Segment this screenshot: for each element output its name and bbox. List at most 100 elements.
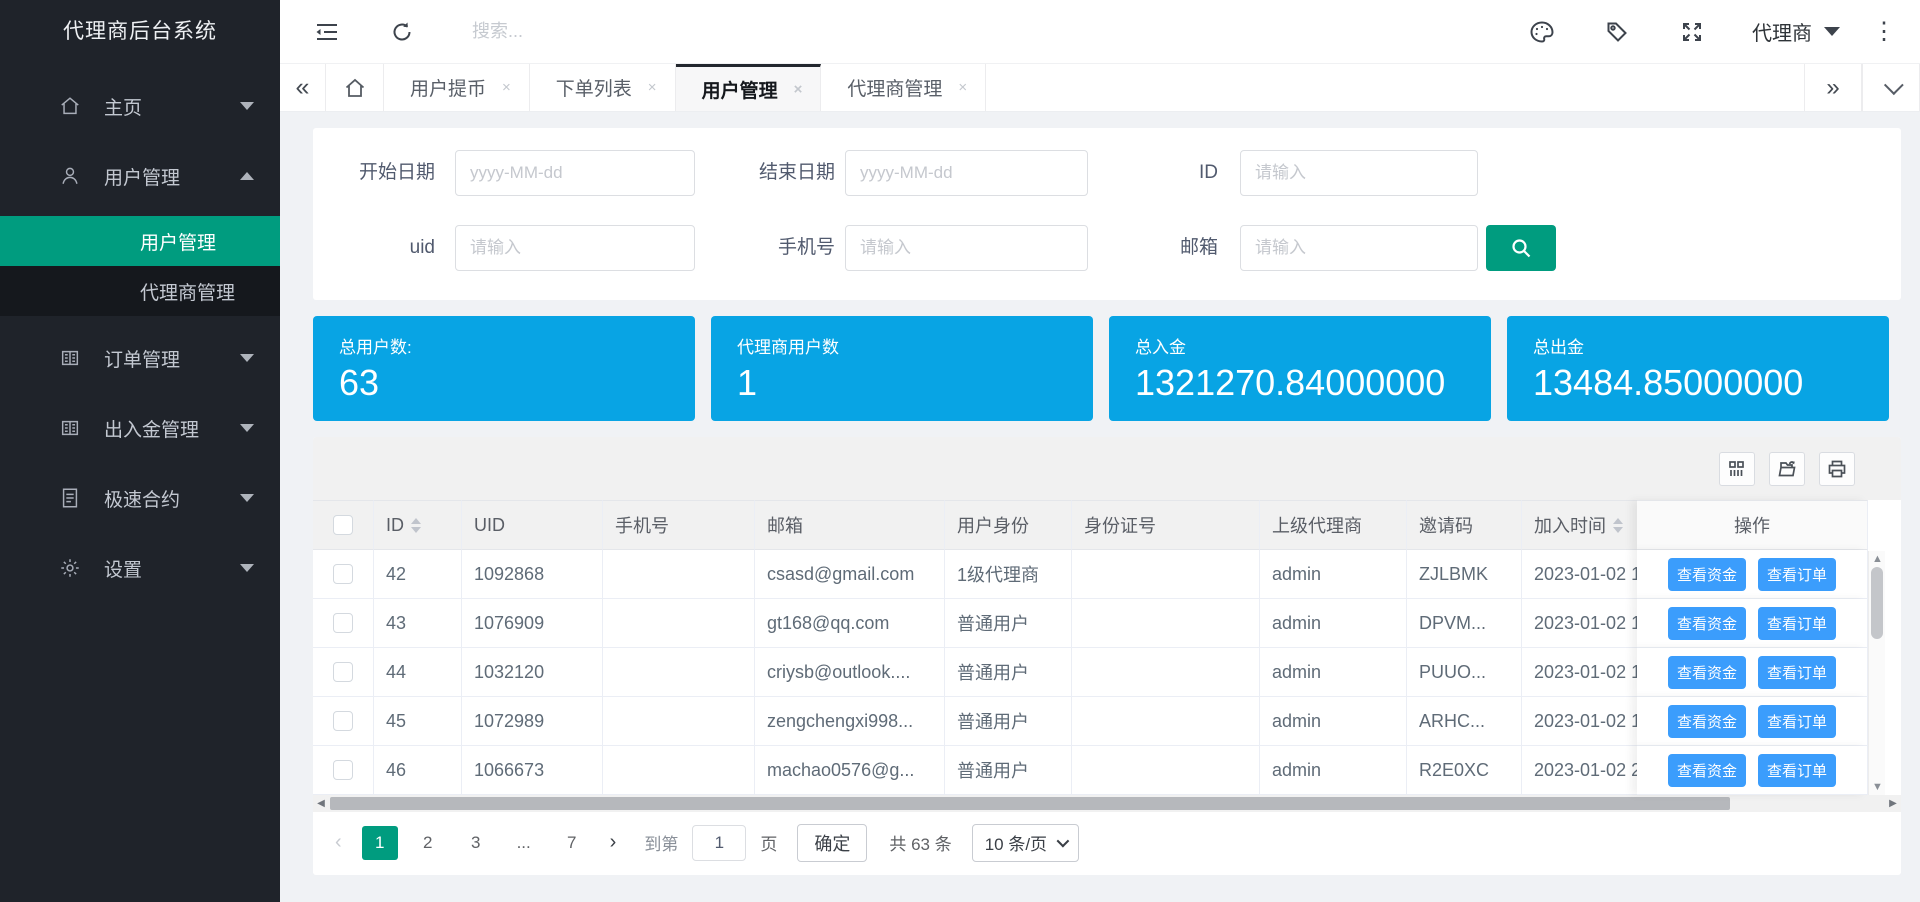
tab-user-management[interactable]: 用户管理 × bbox=[676, 64, 822, 111]
tab-user-withdraw[interactable]: 用户提币 × bbox=[384, 64, 530, 111]
row-checkbox[interactable] bbox=[333, 564, 353, 584]
view-orders-button[interactable]: 查看订单 bbox=[1758, 754, 1836, 787]
scroll-right-icon[interactable]: ▶ bbox=[1885, 795, 1901, 812]
header-cell-join-time[interactable]: 加入时间 bbox=[1522, 500, 1637, 550]
kebab-menu-icon[interactable]: ⋮ bbox=[1872, 20, 1896, 44]
chevron-down-icon bbox=[240, 102, 254, 110]
fullscreen-icon[interactable] bbox=[1677, 17, 1707, 47]
stat-label: 总入金 bbox=[1135, 333, 1465, 358]
tab-label: 下单列表 bbox=[556, 74, 632, 101]
next-page-icon[interactable]: › bbox=[610, 831, 617, 854]
email-input[interactable] bbox=[1240, 225, 1478, 271]
tabs-scroll-left-icon[interactable]: « bbox=[280, 64, 326, 111]
confirm-button[interactable]: 确定 bbox=[797, 824, 867, 862]
prev-page-icon[interactable]: ‹ bbox=[335, 831, 342, 854]
goto-page-label: 到第 bbox=[644, 830, 678, 855]
tab-agent-management[interactable]: 代理商管理 × bbox=[821, 64, 986, 111]
close-icon[interactable]: × bbox=[794, 81, 803, 98]
close-icon[interactable]: × bbox=[958, 79, 967, 96]
home-icon bbox=[58, 94, 82, 118]
scrollbar-thumb[interactable] bbox=[330, 797, 1730, 810]
sidebar-item-label: 出入金管理 bbox=[104, 415, 199, 442]
view-funds-button[interactable]: 查看资金 bbox=[1668, 558, 1746, 591]
sidebar-subitem-user-management[interactable]: 用户管理 bbox=[0, 216, 280, 266]
tab-label: 用户管理 bbox=[702, 76, 778, 103]
table-toolbar bbox=[313, 437, 1901, 500]
sort-icon[interactable] bbox=[1613, 518, 1623, 533]
view-funds-button[interactable]: 查看资金 bbox=[1668, 607, 1746, 640]
stat-card-total-deposit: 总入金 1321270.84000000 bbox=[1109, 316, 1491, 421]
sidebar-item-order-management[interactable]: 订单管理 bbox=[0, 330, 280, 386]
stat-card-total-withdraw: 总出金 13484.85000000 bbox=[1507, 316, 1889, 421]
stat-label: 总出金 bbox=[1533, 333, 1863, 358]
stat-value: 13484.85000000 bbox=[1533, 362, 1863, 404]
page-button-1[interactable]: 1 bbox=[362, 826, 398, 860]
search-button[interactable] bbox=[1486, 225, 1556, 271]
sort-icon[interactable] bbox=[411, 518, 421, 533]
horizontal-scrollbar[interactable]: ◀ ▶ bbox=[313, 795, 1901, 812]
table-body: 42 1092868 csasd@gmail.com 1级代理商 admin Z… bbox=[313, 550, 1901, 795]
tag-icon[interactable] bbox=[1602, 17, 1632, 47]
header-cell-actions: 操作 bbox=[1637, 500, 1868, 550]
refresh-icon[interactable] bbox=[387, 17, 417, 47]
columns-icon[interactable] bbox=[1719, 452, 1755, 486]
row-checkbox[interactable] bbox=[333, 711, 353, 731]
view-funds-button[interactable]: 查看资金 bbox=[1668, 705, 1746, 738]
id-input[interactable] bbox=[1240, 150, 1478, 196]
contract-icon bbox=[58, 486, 82, 510]
view-orders-button[interactable]: 查看订单 bbox=[1758, 705, 1836, 738]
page-button-3[interactable]: 3 bbox=[458, 826, 494, 860]
sidebar-item-settings[interactable]: 设置 bbox=[0, 540, 280, 596]
page-ellipsis: ... bbox=[506, 826, 542, 860]
page-button-7[interactable]: 7 bbox=[554, 826, 590, 860]
tab-home-icon[interactable] bbox=[326, 64, 384, 111]
view-funds-button[interactable]: 查看资金 bbox=[1668, 754, 1746, 787]
scroll-left-icon[interactable]: ◀ bbox=[313, 795, 329, 812]
table-panel: ID UID 手机号 邮箱 用户身份 身份证号 上级代理商 邀请码 加入时间 操… bbox=[313, 437, 1901, 875]
stat-card-agent-users: 代理商用户数 1 bbox=[711, 316, 1093, 421]
view-orders-button[interactable]: 查看订单 bbox=[1758, 558, 1836, 591]
column-label: ID bbox=[386, 515, 404, 536]
sidebar-item-user-management[interactable]: 用户管理 bbox=[0, 148, 280, 204]
sidebar-item-fast-contract[interactable]: 极速合约 bbox=[0, 470, 280, 526]
vertical-scrollbar[interactable]: ▲ ▼ bbox=[1868, 551, 1885, 795]
submenu-item-label: 用户管理 bbox=[140, 228, 216, 255]
goto-page-input[interactable] bbox=[692, 825, 746, 861]
view-funds-button[interactable]: 查看资金 bbox=[1668, 656, 1746, 689]
export-icon[interactable] bbox=[1769, 452, 1805, 486]
row-checkbox[interactable] bbox=[333, 662, 353, 682]
scrollbar-thumb[interactable] bbox=[1871, 567, 1883, 639]
tab-label: 代理商管理 bbox=[847, 74, 942, 101]
palette-icon[interactable] bbox=[1527, 17, 1557, 47]
chevron-up-icon bbox=[240, 172, 254, 180]
user-menu[interactable]: 代理商 bbox=[1752, 17, 1840, 46]
page-size-select[interactable]: 10 条/页 bbox=[972, 824, 1079, 862]
table-row: 43 1076909 gt168@qq.com 普通用户 admin DPVM.… bbox=[313, 599, 1868, 648]
sidebar: 代理商后台系统 主页 用户管理 用户管理 bbox=[0, 0, 280, 902]
view-orders-button[interactable]: 查看订单 bbox=[1758, 607, 1836, 640]
header-cell-id[interactable]: ID bbox=[374, 500, 462, 550]
page-button-2[interactable]: 2 bbox=[410, 826, 446, 860]
row-checkbox[interactable] bbox=[333, 613, 353, 633]
close-icon[interactable]: × bbox=[502, 79, 511, 96]
view-orders-button[interactable]: 查看订单 bbox=[1758, 656, 1836, 689]
tabs-scroll-right-icon[interactable]: » bbox=[1804, 64, 1862, 111]
print-icon[interactable] bbox=[1819, 452, 1855, 486]
gear-icon bbox=[58, 556, 82, 580]
select-all-checkbox[interactable] bbox=[333, 515, 353, 535]
table-row: 45 1072989 zengchengxi998... 普通用户 admin … bbox=[313, 697, 1868, 746]
close-icon[interactable]: × bbox=[648, 79, 657, 96]
scroll-down-icon[interactable]: ▼ bbox=[1869, 781, 1886, 793]
tab-order-list[interactable]: 下单列表 × bbox=[530, 64, 676, 111]
row-checkbox[interactable] bbox=[333, 760, 353, 780]
sidebar-item-home[interactable]: 主页 bbox=[0, 78, 280, 134]
collapse-menu-icon[interactable] bbox=[312, 17, 342, 47]
sidebar-item-funds-management[interactable]: 出入金管理 bbox=[0, 400, 280, 456]
global-search bbox=[472, 21, 732, 42]
scroll-up-icon[interactable]: ▲ bbox=[1869, 553, 1886, 565]
pagination: ‹ 1 2 3 ... 7 › 到第 页 确定 共 63 条 10 条/页 bbox=[313, 812, 1901, 873]
topbar-actions: 代理商 ⋮ bbox=[1527, 17, 1920, 47]
search-input[interactable] bbox=[472, 21, 732, 42]
tabs-menu-icon[interactable] bbox=[1862, 64, 1920, 111]
sidebar-subitem-agent-management[interactable]: 代理商管理 bbox=[0, 266, 280, 316]
